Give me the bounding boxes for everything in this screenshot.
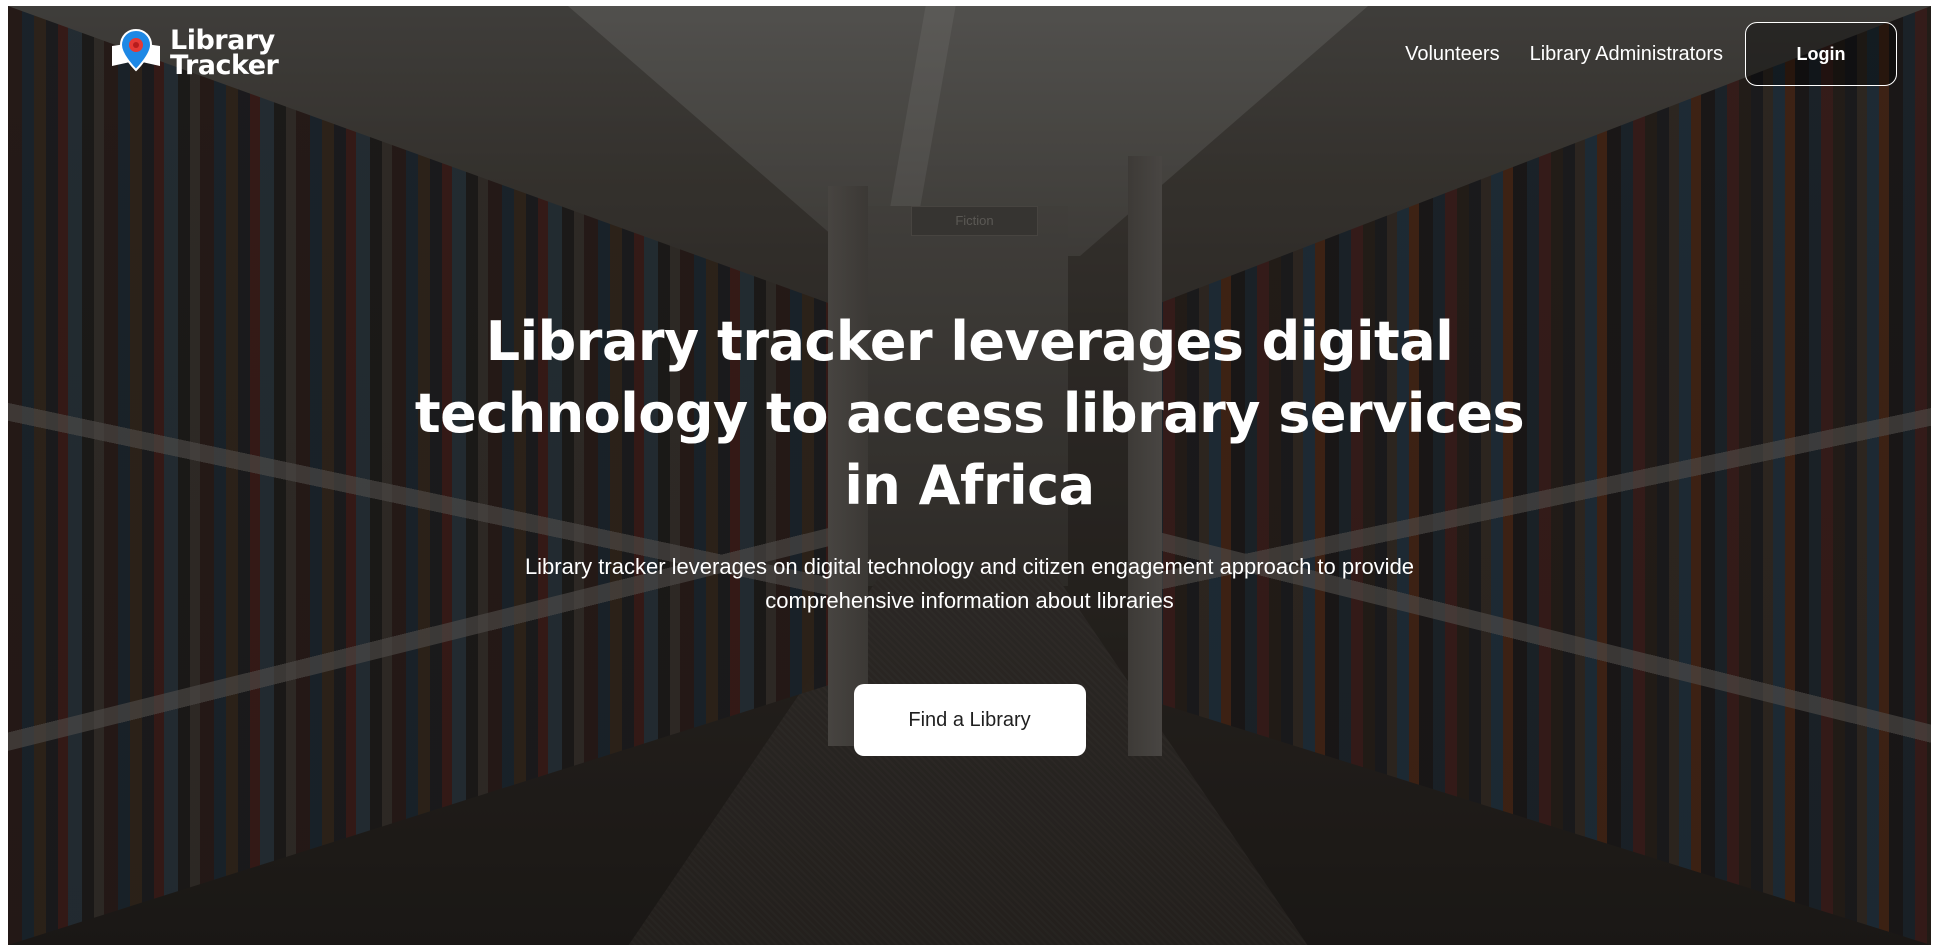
hero-title: Library tracker leverages digital techno…: [414, 310, 1525, 517]
brand-name-line2: Tracker: [170, 50, 279, 81]
nav-link-volunteers[interactable]: Volunteers: [1405, 43, 1500, 66]
nav-link-library-administrators[interactable]: Library Administrators: [1530, 43, 1723, 66]
brand-name: Library Tracker: [170, 27, 279, 81]
hero-subtitle: Library tracker leverages on digital tec…: [524, 554, 1415, 613]
find-library-button[interactable]: Find a Library: [853, 684, 1086, 756]
landing-page: Fiction Library Tracker Volunteers Libra…: [8, 6, 1931, 945]
map-pin-book-icon: [112, 28, 160, 72]
top-nav: Volunteers Library Administrators Login: [1405, 22, 1897, 86]
brand-logo[interactable]: Library Tracker: [110, 27, 279, 81]
login-button[interactable]: Login: [1745, 22, 1897, 86]
hero-section: Library tracker leverages digital techno…: [8, 306, 1931, 756]
